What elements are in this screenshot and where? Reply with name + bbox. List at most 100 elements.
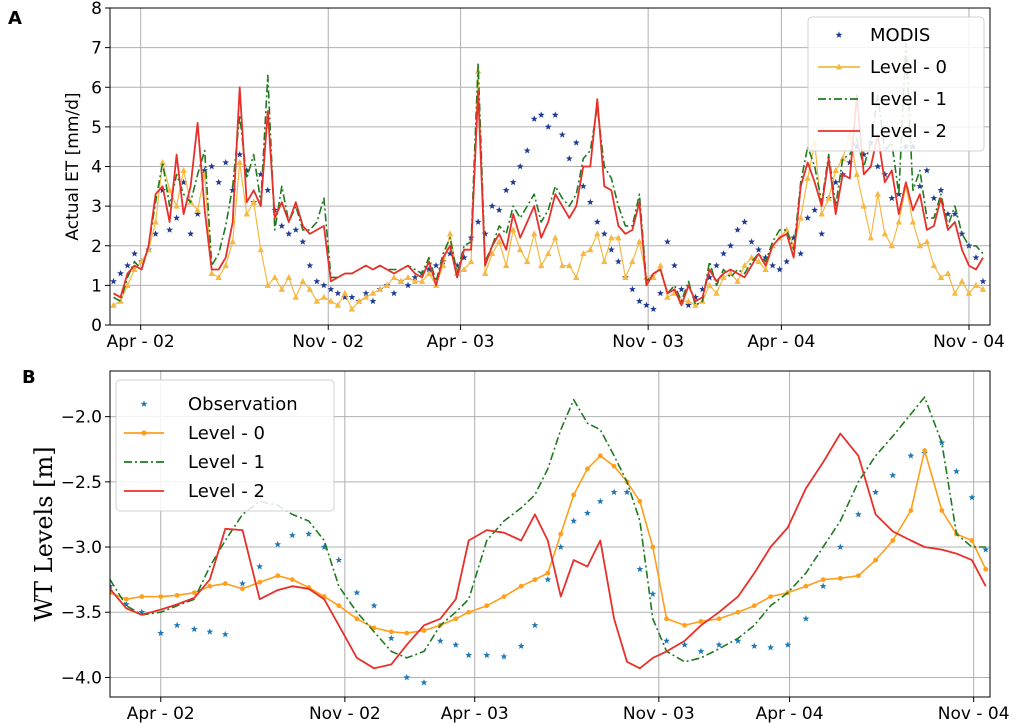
x-tick-label: Nov - 03 [612, 332, 684, 352]
data-point-star [131, 250, 138, 257]
data-point-star [727, 242, 734, 249]
data-point-dot [682, 622, 688, 628]
y-tick-label: 1 [91, 276, 102, 296]
data-point-star [697, 647, 705, 655]
data-point-triangle [369, 289, 377, 296]
data-point-star [741, 218, 749, 225]
data-point-star [570, 517, 578, 524]
data-point-dot [664, 616, 669, 622]
data-point-star [387, 634, 395, 642]
y-tick-label: −4.0 [61, 668, 102, 688]
data-point-star [452, 641, 460, 648]
data-point-dot [611, 463, 617, 469]
data-point-star [117, 269, 124, 277]
y-tick-label: −2.0 [61, 408, 102, 428]
data-point-star [420, 679, 428, 686]
data-point-dot [123, 596, 129, 602]
y-tick-label: 3 [91, 197, 102, 217]
x-tick-label: Nov - 03 [623, 704, 695, 723]
data-point-dot [139, 594, 145, 599]
y-tick-label: 6 [91, 78, 102, 98]
data-point-dot [222, 581, 228, 586]
data-point-triangle [552, 234, 559, 241]
data-point-star [614, 258, 622, 265]
data-point-triangle [243, 210, 250, 217]
data-point-triangle [545, 250, 552, 257]
x-tick-label: Nov - 04 [933, 332, 1005, 352]
data-point-star [802, 615, 810, 622]
figure: A 0 1 2 3 4 5 6 7 8 Apr - 02 Nov - 02 Apr - 03 Nov - … [8, 0, 1010, 723]
data-point-star [968, 493, 976, 501]
data-point-star [544, 576, 552, 583]
data-point-star [784, 641, 792, 648]
data-point-star [274, 540, 282, 548]
data-point-star [313, 277, 321, 285]
data-point-triangle [390, 273, 398, 280]
data-point-triangle [629, 258, 636, 265]
data-point-star [173, 214, 181, 221]
data-point-dot [545, 570, 551, 576]
data-point-star [623, 488, 631, 496]
x-tick-label: Nov - 02 [292, 332, 364, 352]
data-point-dot [388, 629, 394, 635]
x-tick-label: Apr - 02 [107, 332, 175, 352]
data-point-star [783, 258, 791, 265]
y-tick-label: 5 [91, 118, 102, 138]
data-point-triangle [832, 166, 839, 173]
data-point-triangle [516, 246, 524, 253]
legend-label: Observation [188, 394, 298, 415]
data-point-star [544, 123, 552, 130]
data-point-triangle [979, 285, 987, 292]
data-point-dot [421, 628, 427, 633]
data-point-triangle [341, 289, 349, 296]
data-point-star [531, 621, 539, 629]
data-point-star [767, 643, 775, 651]
data-point-triangle [320, 293, 328, 300]
data-point-dot [969, 538, 975, 543]
data-point-dot [404, 630, 410, 636]
data-point-star [907, 452, 915, 459]
data-point-triangle [657, 262, 664, 269]
data-point-star [285, 230, 293, 237]
data-point-dot [571, 492, 577, 498]
y-tick-label: 0 [91, 316, 102, 336]
legend: Observation Level - 0 Level - 1 Level - 2 [115, 379, 335, 512]
data-point-triangle [110, 301, 117, 308]
data-point-star [348, 293, 356, 301]
data-point-star [222, 158, 230, 166]
chart-panel-b: B −4.0 −3.5 −3.0 −2.5 −2.0 Apr - 02 Nov - 02 Apr… [22, 367, 1010, 723]
data-point-star [306, 261, 314, 269]
data-point-star [557, 543, 565, 550]
data-point-dot [532, 577, 538, 583]
data-point-star [663, 637, 670, 644]
data-point-star [750, 642, 758, 650]
data-point-star [678, 285, 685, 293]
data-point-triangle [594, 230, 601, 237]
data-point-star [215, 178, 223, 186]
data-point-dot [518, 583, 524, 589]
data-point-triangle [804, 174, 811, 181]
data-point-star [488, 202, 496, 210]
data-point-star [836, 543, 844, 550]
data-point-star [208, 162, 216, 170]
data-point-triangle [285, 273, 293, 280]
data-point-star [305, 530, 313, 537]
data-point-star [854, 510, 862, 518]
data-point-star [586, 198, 594, 206]
data-point-star [537, 111, 545, 118]
data-point-dot [735, 609, 741, 615]
data-point-star [166, 226, 174, 233]
legend-label: Level - 2 [870, 121, 947, 142]
data-point-dot [257, 579, 263, 585]
data-point-star [596, 497, 604, 505]
data-point-star [369, 297, 377, 305]
data-point-triangle [404, 273, 412, 280]
data-point-triangle [531, 230, 538, 237]
data-point-dot [275, 573, 281, 579]
data-point-dot [585, 466, 590, 472]
data-point-star [572, 139, 580, 146]
data-point-star [558, 131, 566, 138]
data-point-star [551, 111, 559, 118]
data-point-star [239, 579, 246, 587]
data-point-dot [637, 499, 643, 504]
